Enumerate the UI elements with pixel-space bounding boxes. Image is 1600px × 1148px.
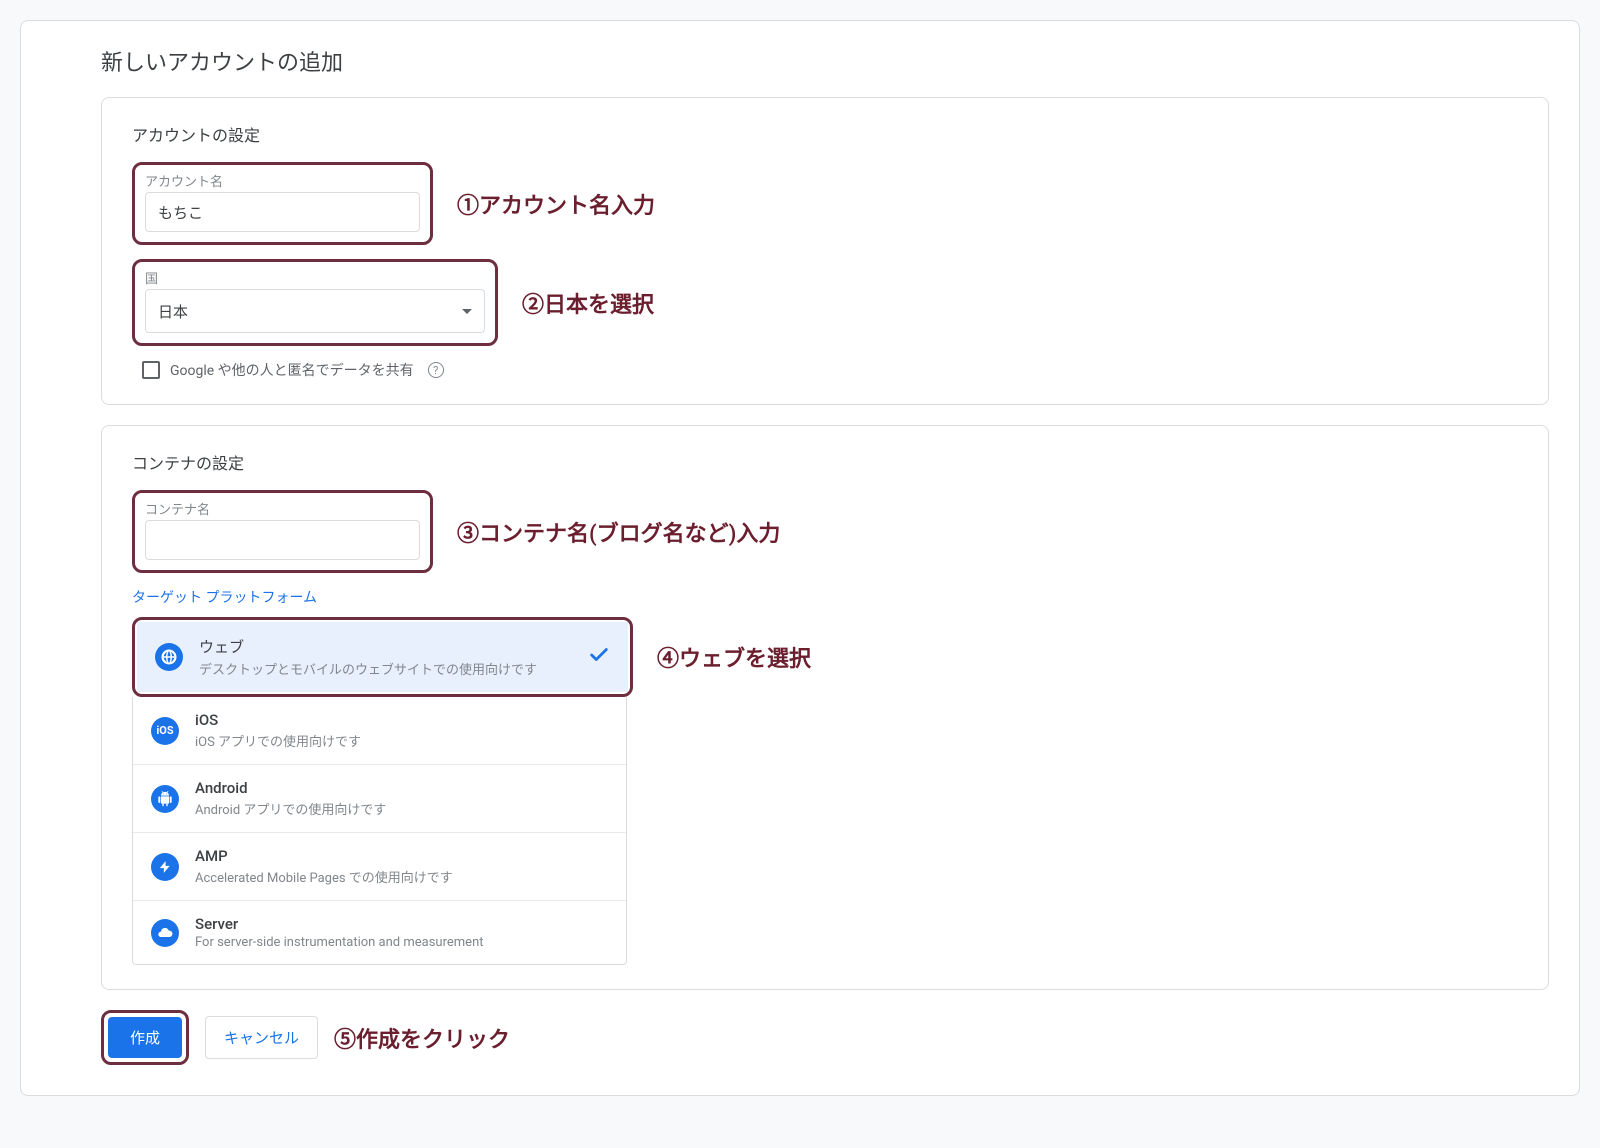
chevron-down-icon (462, 309, 472, 314)
country-label: 国 (145, 268, 485, 287)
country-row: 国 日本 ②日本を選択 (132, 259, 1518, 346)
cancel-button[interactable]: キャンセル (205, 1016, 318, 1059)
platform-ios-name: iOS (195, 711, 608, 729)
share-checkbox[interactable] (142, 361, 160, 379)
annotation-3: ③コンテナ名(ブログ名など)入力 (457, 516, 780, 548)
help-icon[interactable]: ? (428, 362, 444, 378)
platform-web-name: ウェブ (199, 636, 610, 657)
share-label: Google や他の人と匿名でデータを共有 (170, 360, 414, 380)
page-title: 新しいアカウントの追加 (101, 45, 1549, 77)
platform-server-name: Server (195, 915, 608, 933)
container-card-title: コンテナの設定 (132, 450, 1518, 474)
platform-android-name: Android (195, 779, 608, 797)
platform-item-amp[interactable]: AMP Accelerated Mobile Pages での使用向けです (133, 833, 626, 901)
platform-android-desc: Android アプリでの使用向けです (195, 799, 608, 818)
globe-icon (155, 643, 183, 671)
annotation-2: ②日本を選択 (522, 287, 654, 319)
country-value: 日本 (158, 301, 188, 322)
platform-amp-desc: Accelerated Mobile Pages での使用向けです (195, 867, 608, 886)
platform-amp-name: AMP (195, 847, 608, 865)
create-button[interactable]: 作成 (108, 1017, 182, 1058)
container-name-label: コンテナ名 (145, 499, 420, 518)
android-icon (151, 785, 179, 813)
account-name-row: アカウント名 ①アカウント名入力 (132, 162, 1518, 245)
platform-web-highlight: ウェブ デスクトップとモバイルのウェブサイトでの使用向けです (132, 617, 633, 697)
account-card-title: アカウントの設定 (132, 122, 1518, 146)
cloud-icon (151, 919, 179, 947)
share-checkbox-row: Google や他の人と匿名でデータを共有 ? (142, 360, 1518, 380)
check-icon (588, 644, 610, 670)
button-row: 作成 キャンセル ⑤作成をクリック (101, 1010, 1549, 1065)
platform-web-text: ウェブ デスクトップとモバイルのウェブサイトでの使用向けです (199, 636, 610, 678)
annotation-1: ①アカウント名入力 (457, 188, 655, 220)
platform-header: ターゲット プラットフォーム (132, 587, 1518, 607)
annotation-5: ⑤作成をクリック (334, 1022, 510, 1054)
platform-item-ios[interactable]: iOS iOS iOS アプリでの使用向けです (133, 697, 626, 765)
ios-icon: iOS (151, 717, 179, 745)
container-settings-card: コンテナの設定 コンテナ名 ③コンテナ名(ブログ名など)入力 ターゲット プラッ… (101, 425, 1549, 990)
account-name-input[interactable] (145, 192, 420, 232)
platform-web-row: ウェブ デスクトップとモバイルのウェブサイトでの使用向けです ④ウェブを選択 (132, 617, 1518, 697)
platform-item-server[interactable]: Server For server-side instrumentation a… (133, 901, 626, 964)
account-name-highlight: アカウント名 (132, 162, 433, 245)
platform-item-web[interactable]: ウェブ デスクトップとモバイルのウェブサイトでの使用向けです (137, 622, 628, 692)
annotation-4: ④ウェブを選択 (657, 641, 811, 673)
platform-web-desc: デスクトップとモバイルのウェブサイトでの使用向けです (199, 659, 610, 678)
platform-list: iOS iOS iOS アプリでの使用向けです Android Android … (132, 697, 627, 965)
container-name-input[interactable] (145, 520, 420, 560)
platform-item-android[interactable]: Android Android アプリでの使用向けです (133, 765, 626, 833)
account-name-label: アカウント名 (145, 171, 420, 190)
country-highlight: 国 日本 (132, 259, 498, 346)
account-settings-card: アカウントの設定 アカウント名 ①アカウント名入力 国 日本 ②日本を選択 Go… (101, 97, 1549, 405)
container-name-highlight: コンテナ名 (132, 490, 433, 573)
page-container: 新しいアカウントの追加 アカウントの設定 アカウント名 ①アカウント名入力 国 … (20, 20, 1580, 1096)
create-button-highlight: 作成 (101, 1010, 189, 1065)
platform-server-desc: For server-side instrumentation and meas… (195, 935, 608, 950)
bolt-icon (151, 853, 179, 881)
platform-ios-desc: iOS アプリでの使用向けです (195, 731, 608, 750)
container-name-row: コンテナ名 ③コンテナ名(ブログ名など)入力 (132, 490, 1518, 573)
country-select[interactable]: 日本 (145, 289, 485, 333)
